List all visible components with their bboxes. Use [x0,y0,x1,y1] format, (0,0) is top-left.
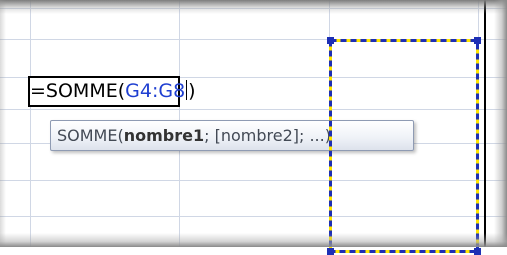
formula-range-reference: G4:G8 [125,80,186,102]
row-gridline [0,8,507,9]
tooltip-text: SOMME(nombre1; [nombre2]; ...) [57,122,331,149]
formula-suffix: ) [188,80,196,102]
marquee-border [329,39,479,253]
window-frame-edge [484,0,486,247]
resize-handle-bottom-right[interactable] [474,248,481,255]
resize-handle-top-right[interactable] [474,37,481,44]
resize-handle-top-left[interactable] [327,37,334,44]
tooltip-active-argument[interactable]: nombre1 [124,126,204,145]
formula-in-cell-editor[interactable]: =SOMME(G4:G8) [30,78,250,105]
resize-handle-bottom-left[interactable] [327,248,334,255]
referenced-range-marquee [327,37,481,255]
formula-prefix: =SOMME( [30,80,126,102]
tooltip-function-name: SOMME( [57,126,124,145]
column-gridline [30,0,31,247]
tooltip-other-arguments: ; [nombre2]; ...) [204,126,331,145]
